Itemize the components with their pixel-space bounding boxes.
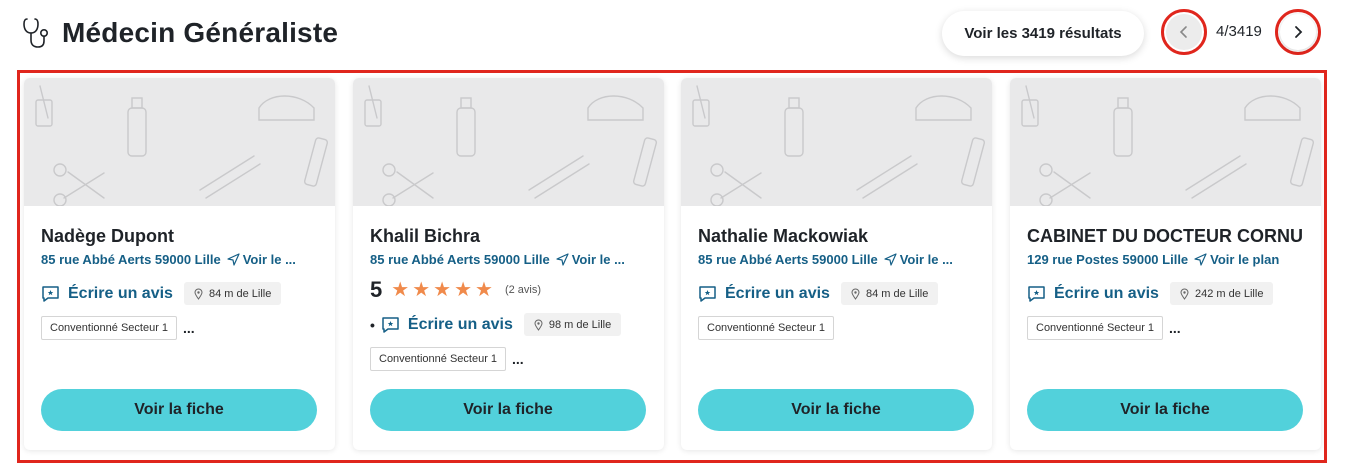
location-pin-icon [534,319,543,331]
card-banner-pattern [24,78,335,206]
review-row: • Écrire un avis 98 m de Lille [370,313,652,336]
sector-tag: Conventionné Secteur 1 [698,316,835,340]
doctor-card[interactable]: Khalil Bichra 85 rue Abbé Aerts 59000 Li… [353,78,664,450]
star-icon: ★ [454,279,472,301]
address-line: 85 rue Abbé Aerts 59000 Lille Voir le ..… [698,252,980,267]
navigation-arrow-icon [556,253,569,266]
view-map-link[interactable]: Voir le ... [884,252,953,267]
more-tags[interactable]: ... [512,351,524,367]
write-review-link[interactable]: Écrire un avis [41,285,173,303]
view-map-link[interactable]: Voir le plan [1194,252,1279,267]
page-title: Médecin Généraliste [62,17,339,48]
review-row: Écrire un avis 242 m de Lille [1027,282,1309,305]
view-all-results-button[interactable]: Voir les 3419 résultats [942,11,1144,56]
location-pin-icon [194,288,203,300]
view-profile-button[interactable]: Voir la fiche [1027,389,1303,431]
distance: 84 m de Lille [208,287,272,300]
review-bubble-icon [1028,285,1045,302]
header: Médecin Généraliste Voir les 3419 résult… [0,0,1367,70]
stethoscope-icon [22,16,52,50]
more-tags[interactable]: ... [183,320,195,336]
card-body: Nathalie Mackowiak 85 rue Abbé Aerts 590… [698,226,980,340]
navigation-arrow-icon [884,253,897,266]
address: 129 rue Postes 59000 Lille [1027,252,1189,267]
distance: 98 m de Lille [548,318,612,331]
rating-stars: ★ ★ ★ ★ ★ [391,280,493,300]
sector-tag: Conventionné Secteur 1 [41,316,178,340]
address: 85 rue Abbé Aerts 59000 Lille [41,252,221,267]
distance-chip: 98 m de Lille [523,313,622,336]
rating-score: 5 [370,277,383,302]
view-map-link[interactable]: Voir le ... [556,252,625,267]
rating-row: 5 ★ ★ ★ ★ ★ (2 avis) [370,277,652,303]
previous-button[interactable] [1161,9,1207,55]
card-banner-pattern [353,78,664,206]
distance-chip: 84 m de Lille [840,282,939,305]
bullet: • [370,316,375,333]
chevron-right-icon [1280,14,1316,50]
card-body: Nadège Dupont 85 rue Abbé Aerts 59000 Li… [41,226,323,340]
doctor-card[interactable]: Nathalie Mackowiak 85 rue Abbé Aerts 590… [681,78,992,450]
doctor-card[interactable]: Nadège Dupont 85 rue Abbé Aerts 59000 Li… [24,78,335,450]
address-line: 85 rue Abbé Aerts 59000 Lille Voir le ..… [370,252,652,267]
distance-chip: 242 m de Lille [1169,282,1274,305]
card-banner-pattern [681,78,992,206]
write-review-link[interactable]: Écrire un avis [381,316,513,334]
view-map-label: Voir le plan [1210,252,1280,267]
view-profile-button[interactable]: Voir la fiche [698,389,974,431]
card-banner-pattern [1010,78,1321,206]
page-counter: 4/3419 [1216,23,1262,40]
view-profile-button[interactable]: Voir la fiche [370,389,646,431]
view-map-label: Voir le ... [899,252,953,267]
distance: 242 m de Lille [1194,287,1264,300]
review-bubble-icon [42,285,59,302]
write-review-label: Écrire un avis [407,315,513,333]
review-row: Écrire un avis 84 m de Lille [698,282,980,305]
tags-row: Conventionné Secteur 1 ... [370,347,652,371]
tags-row: Conventionné Secteur 1 ... [41,316,323,340]
card-body: CABINET DU DOCTEUR CORNU 129 rue Postes … [1027,226,1309,340]
address-line: 129 rue Postes 59000 Lille Voir le plan [1027,252,1309,267]
more-tags[interactable]: ... [1169,320,1181,336]
navigation-arrow-icon [1194,253,1207,266]
navigation-arrow-icon [227,253,240,266]
doctor-name: Nadège Dupont [41,226,174,246]
view-profile-button[interactable]: Voir la fiche [41,389,317,431]
star-icon: ★ [391,279,410,301]
doctor-card[interactable]: CABINET DU DOCTEUR CORNU 129 rue Postes … [1010,78,1321,450]
tags-row: Conventionné Secteur 1 ... [1027,316,1309,340]
title-wrap: Médecin Généraliste [22,16,338,50]
review-bubble-icon [699,285,716,302]
tags-row: Conventionné Secteur 1 [698,316,980,340]
rating-count[interactable]: (2 avis) [505,284,541,296]
review-row: Écrire un avis 84 m de Lille [41,282,323,305]
address-line: 85 rue Abbé Aerts 59000 Lille Voir le ..… [41,252,323,267]
write-review-label: Écrire un avis [68,284,173,302]
distance-chip: 84 m de Lille [183,282,282,305]
address: 85 rue Abbé Aerts 59000 Lille [698,252,878,267]
card-body: Khalil Bichra 85 rue Abbé Aerts 59000 Li… [370,226,652,371]
doctor-name: CABINET DU DOCTEUR CORNU [1027,226,1303,246]
write-review-label: Écrire un avis [725,284,830,302]
location-pin-icon [851,288,860,300]
address: 85 rue Abbé Aerts 59000 Lille [370,252,550,267]
view-map-link[interactable]: Voir le ... [227,252,296,267]
star-icon: ★ [433,279,452,301]
star-icon: ★ [412,279,431,301]
location-pin-icon [1180,288,1189,300]
view-map-label: Voir le ... [242,252,296,267]
chevron-left-icon [1166,14,1202,50]
write-review-link[interactable]: Écrire un avis [1027,285,1159,303]
sector-tag: Conventionné Secteur 1 [370,347,507,371]
write-review-link[interactable]: Écrire un avis [698,285,830,303]
sector-tag: Conventionné Secteur 1 [1027,316,1164,340]
write-review-label: Écrire un avis [1054,284,1159,302]
next-button[interactable] [1275,9,1321,55]
star-icon: ★ [475,279,493,301]
distance: 84 m de Lille [865,287,929,300]
view-map-label: Voir le ... [571,252,625,267]
doctor-name: Khalil Bichra [370,226,481,246]
doctor-name: Nathalie Mackowiak [698,226,869,246]
review-bubble-icon [382,316,399,333]
